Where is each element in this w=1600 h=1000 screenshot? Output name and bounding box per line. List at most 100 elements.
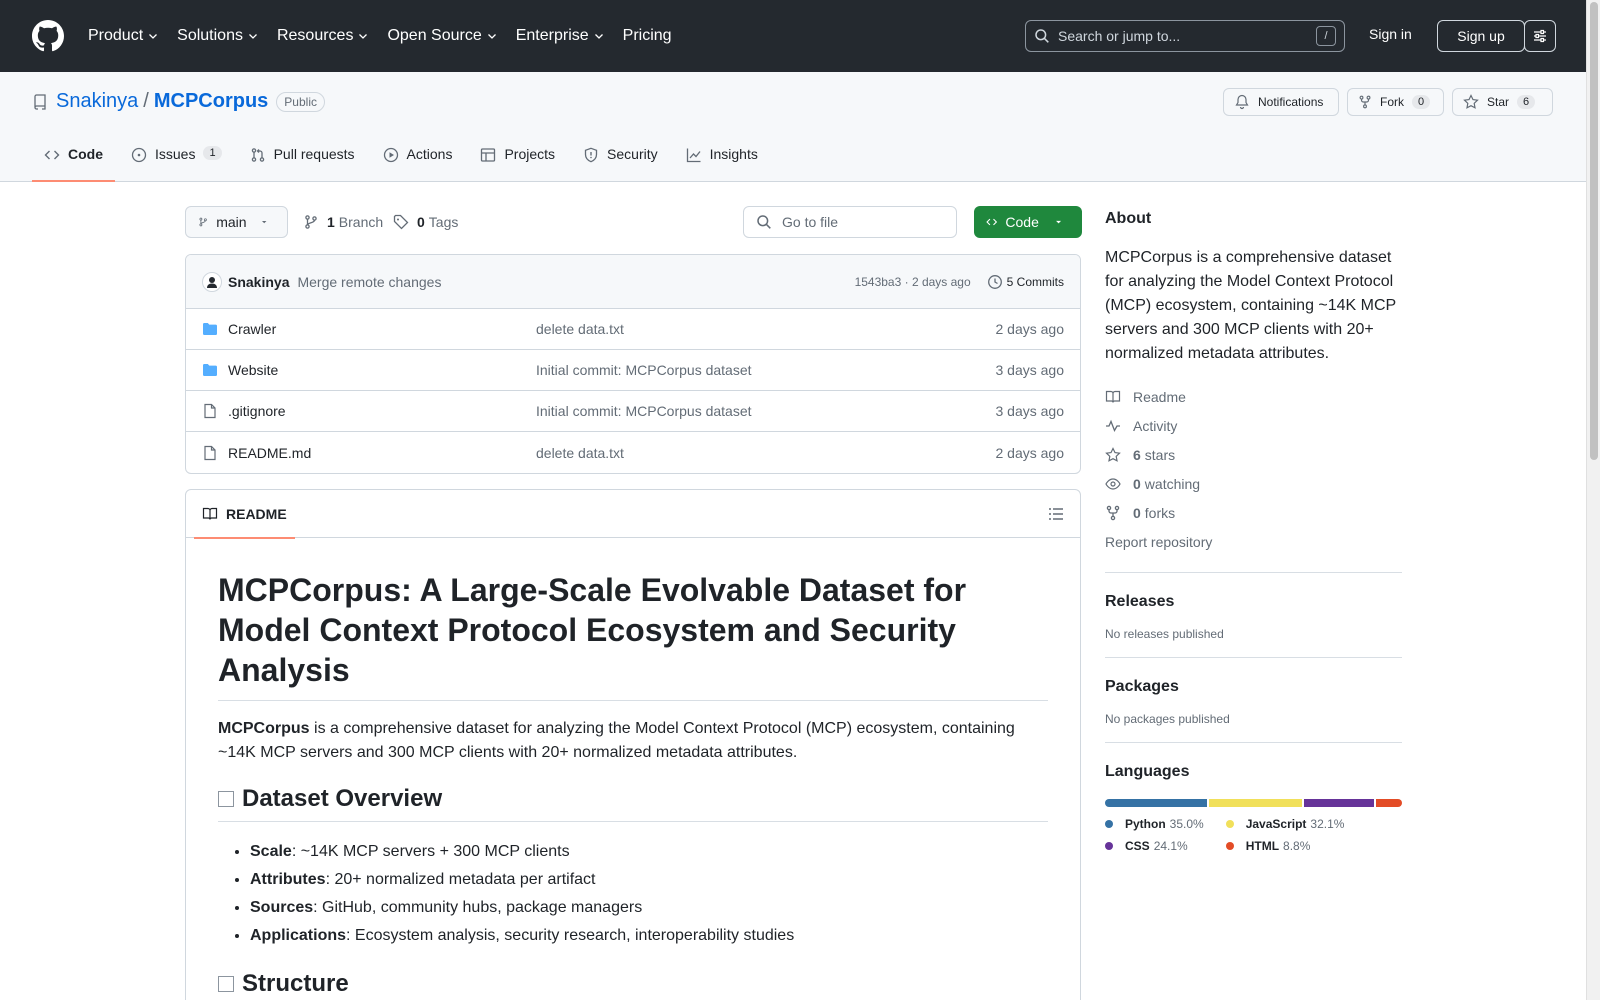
commit-author[interactable]: Snakinya <box>228 274 289 290</box>
repo-owner-link[interactable]: Snakinya <box>56 90 138 113</box>
file-commit-message[interactable]: Initial commit: MCPCorpus dataset <box>536 362 996 378</box>
avatar[interactable] <box>202 271 222 292</box>
search-icon <box>757 215 771 229</box>
sign-in-link[interactable]: Sign in <box>1369 26 1412 42</box>
notifications-button[interactable]: Notifications <box>1223 88 1339 116</box>
language-name: CSS <box>1125 839 1150 853</box>
language-name: Python <box>1125 817 1166 831</box>
language-item[interactable]: Python 35.0% <box>1105 817 1204 831</box>
forks-link[interactable]: 0 forks <box>1105 498 1402 527</box>
file-date: 3 days ago <box>995 362 1065 378</box>
file-date: 2 days ago <box>995 321 1065 337</box>
readme-intro: MCPCorpus is a comprehensive dataset for… <box>218 717 1048 765</box>
go-to-file-input[interactable]: Go to file <box>743 206 957 238</box>
file-date: 2 days ago <box>995 444 1065 461</box>
commit-message[interactable]: Merge remote changes <box>297 274 854 290</box>
branches-link[interactable]: 1 Branch <box>303 214 383 230</box>
star-button[interactable]: Star 6 <box>1452 88 1553 116</box>
language-percent: 35.0% <box>1169 817 1204 831</box>
tab-code[interactable]: Code <box>32 142 115 182</box>
tab-pull-requests[interactable]: Pull requests <box>238 142 367 182</box>
scrollbar-thumb[interactable] <box>1590 2 1598 460</box>
language-item[interactable]: JavaScript 32.1% <box>1225 817 1344 831</box>
language-color-dot <box>1225 820 1234 828</box>
pull-request-icon <box>251 148 264 162</box>
watching-label: watching <box>1144 475 1201 492</box>
branch-selector[interactable]: main <box>185 206 288 238</box>
language-color-dot <box>1105 842 1113 850</box>
repository-header: Snakinya / MCPCorpus Public Notification… <box>0 72 1586 182</box>
list-outline-icon[interactable] <box>1048 506 1064 522</box>
file-row[interactable]: Crawler delete data.txt 2 days ago <box>186 309 1080 350</box>
tab-projects[interactable]: Projects <box>468 142 567 182</box>
watchers-link[interactable]: 0 watching <box>1105 469 1402 498</box>
file-row[interactable]: .gitignore Initial commit: MCPCorpus dat… <box>186 391 1080 432</box>
branch-icon <box>305 215 317 229</box>
folder-icon <box>203 323 217 335</box>
readme-tab[interactable]: README <box>194 490 295 539</box>
language-bar-segment <box>1304 799 1375 807</box>
list-item-value: : 20+ normalized metadata per artifact <box>325 871 596 888</box>
file-name-link[interactable]: Crawler <box>202 321 536 337</box>
tab-security-label: Security <box>607 146 658 162</box>
stars-link[interactable]: 6 stars <box>1105 440 1402 469</box>
file-name-link[interactable]: Website <box>202 362 536 378</box>
commit-sha-time[interactable]: 1543ba3 · 2 days ago <box>855 275 971 289</box>
settings-menu-button[interactable] <box>1524 20 1556 52</box>
readme-intro-text: is a comprehensive dataset for analyzing… <box>218 720 1015 761</box>
commits-history-link[interactable]: 5 Commits <box>987 274 1064 290</box>
search-icon <box>1035 29 1049 43</box>
code-download-button[interactable]: Code <box>974 206 1082 238</box>
table-icon <box>481 148 496 162</box>
file-commit-message[interactable]: Initial commit: MCPCorpus dataset <box>536 403 996 419</box>
readme-link[interactable]: Readme <box>1105 382 1402 411</box>
repo-name-link[interactable]: MCPCorpus <box>154 90 268 113</box>
file-name: README.md <box>228 444 312 461</box>
tab-insights[interactable]: Insights <box>674 142 770 182</box>
tab-issues[interactable]: Issues 1 <box>119 142 234 182</box>
nav-solutions[interactable]: Solutions <box>177 27 259 45</box>
file-commit-message[interactable]: delete data.txt <box>536 445 996 461</box>
github-logo-icon[interactable] <box>32 20 64 52</box>
fork-button[interactable]: Fork 0 <box>1347 88 1444 116</box>
readme-title: MCPCorpus: A Large-Scale Evolvable Datas… <box>218 570 1048 701</box>
activity-link[interactable]: Activity <box>1105 411 1402 440</box>
notifications-label: Notifications <box>1258 95 1324 109</box>
language-item[interactable]: CSS 24.1% <box>1105 839 1204 853</box>
list-item: Scale: ~14K MCP servers + 300 MCP client… <box>250 838 1048 866</box>
tags-label: Tags <box>428 214 459 230</box>
releases-heading[interactable]: Releases <box>1105 593 1402 611</box>
tab-actions[interactable]: Actions <box>371 142 465 182</box>
file-name-link[interactable]: .gitignore <box>202 403 536 419</box>
file-commit-message[interactable]: delete data.txt <box>536 321 996 337</box>
repo-sidebar: About MCPCorpus is a comprehensive datas… <box>1105 210 1402 853</box>
file-browser: Snakinya Merge remote changes 1543ba3 · … <box>185 254 1081 474</box>
sliders-icon <box>1534 29 1546 43</box>
file-row[interactable]: README.md delete data.txt 2 days ago <box>186 432 1080 473</box>
sign-up-button[interactable]: Sign up <box>1437 20 1525 52</box>
report-repository-link[interactable]: Report repository <box>1105 527 1402 556</box>
nav-resources[interactable]: Resources <box>277 27 369 45</box>
releases-empty: No releases published <box>1105 627 1224 641</box>
tags-link[interactable]: 0 Tags <box>393 214 458 230</box>
tab-security[interactable]: Security <box>571 142 670 182</box>
language-item[interactable]: HTML 8.8% <box>1225 839 1345 853</box>
repo-title: Snakinya / MCPCorpus Public <box>32 90 325 113</box>
caret-down-icon <box>261 221 267 224</box>
file-row[interactable]: Website Initial commit: MCPCorpus datase… <box>186 350 1080 391</box>
nav-product[interactable]: Product <box>88 27 159 45</box>
file-name-link[interactable]: README.md <box>202 445 536 461</box>
nav-pricing[interactable]: Pricing <box>623 27 672 45</box>
chevron-down-icon <box>249 34 257 39</box>
nav-open-source[interactable]: Open Source <box>387 27 497 45</box>
star-icon <box>1105 446 1121 462</box>
file-icon <box>204 445 216 460</box>
list-item-key: Applications <box>250 927 347 944</box>
nav-open-source-label: Open Source <box>387 27 482 44</box>
global-search[interactable]: Search or jump to... / <box>1025 20 1345 52</box>
nav-enterprise[interactable]: Enterprise <box>516 27 605 45</box>
packages-heading[interactable]: Packages <box>1105 678 1402 696</box>
vertical-scrollbar[interactable] <box>1586 0 1600 1000</box>
file-date: 3 days ago <box>995 403 1065 419</box>
language-bar <box>1105 799 1402 807</box>
